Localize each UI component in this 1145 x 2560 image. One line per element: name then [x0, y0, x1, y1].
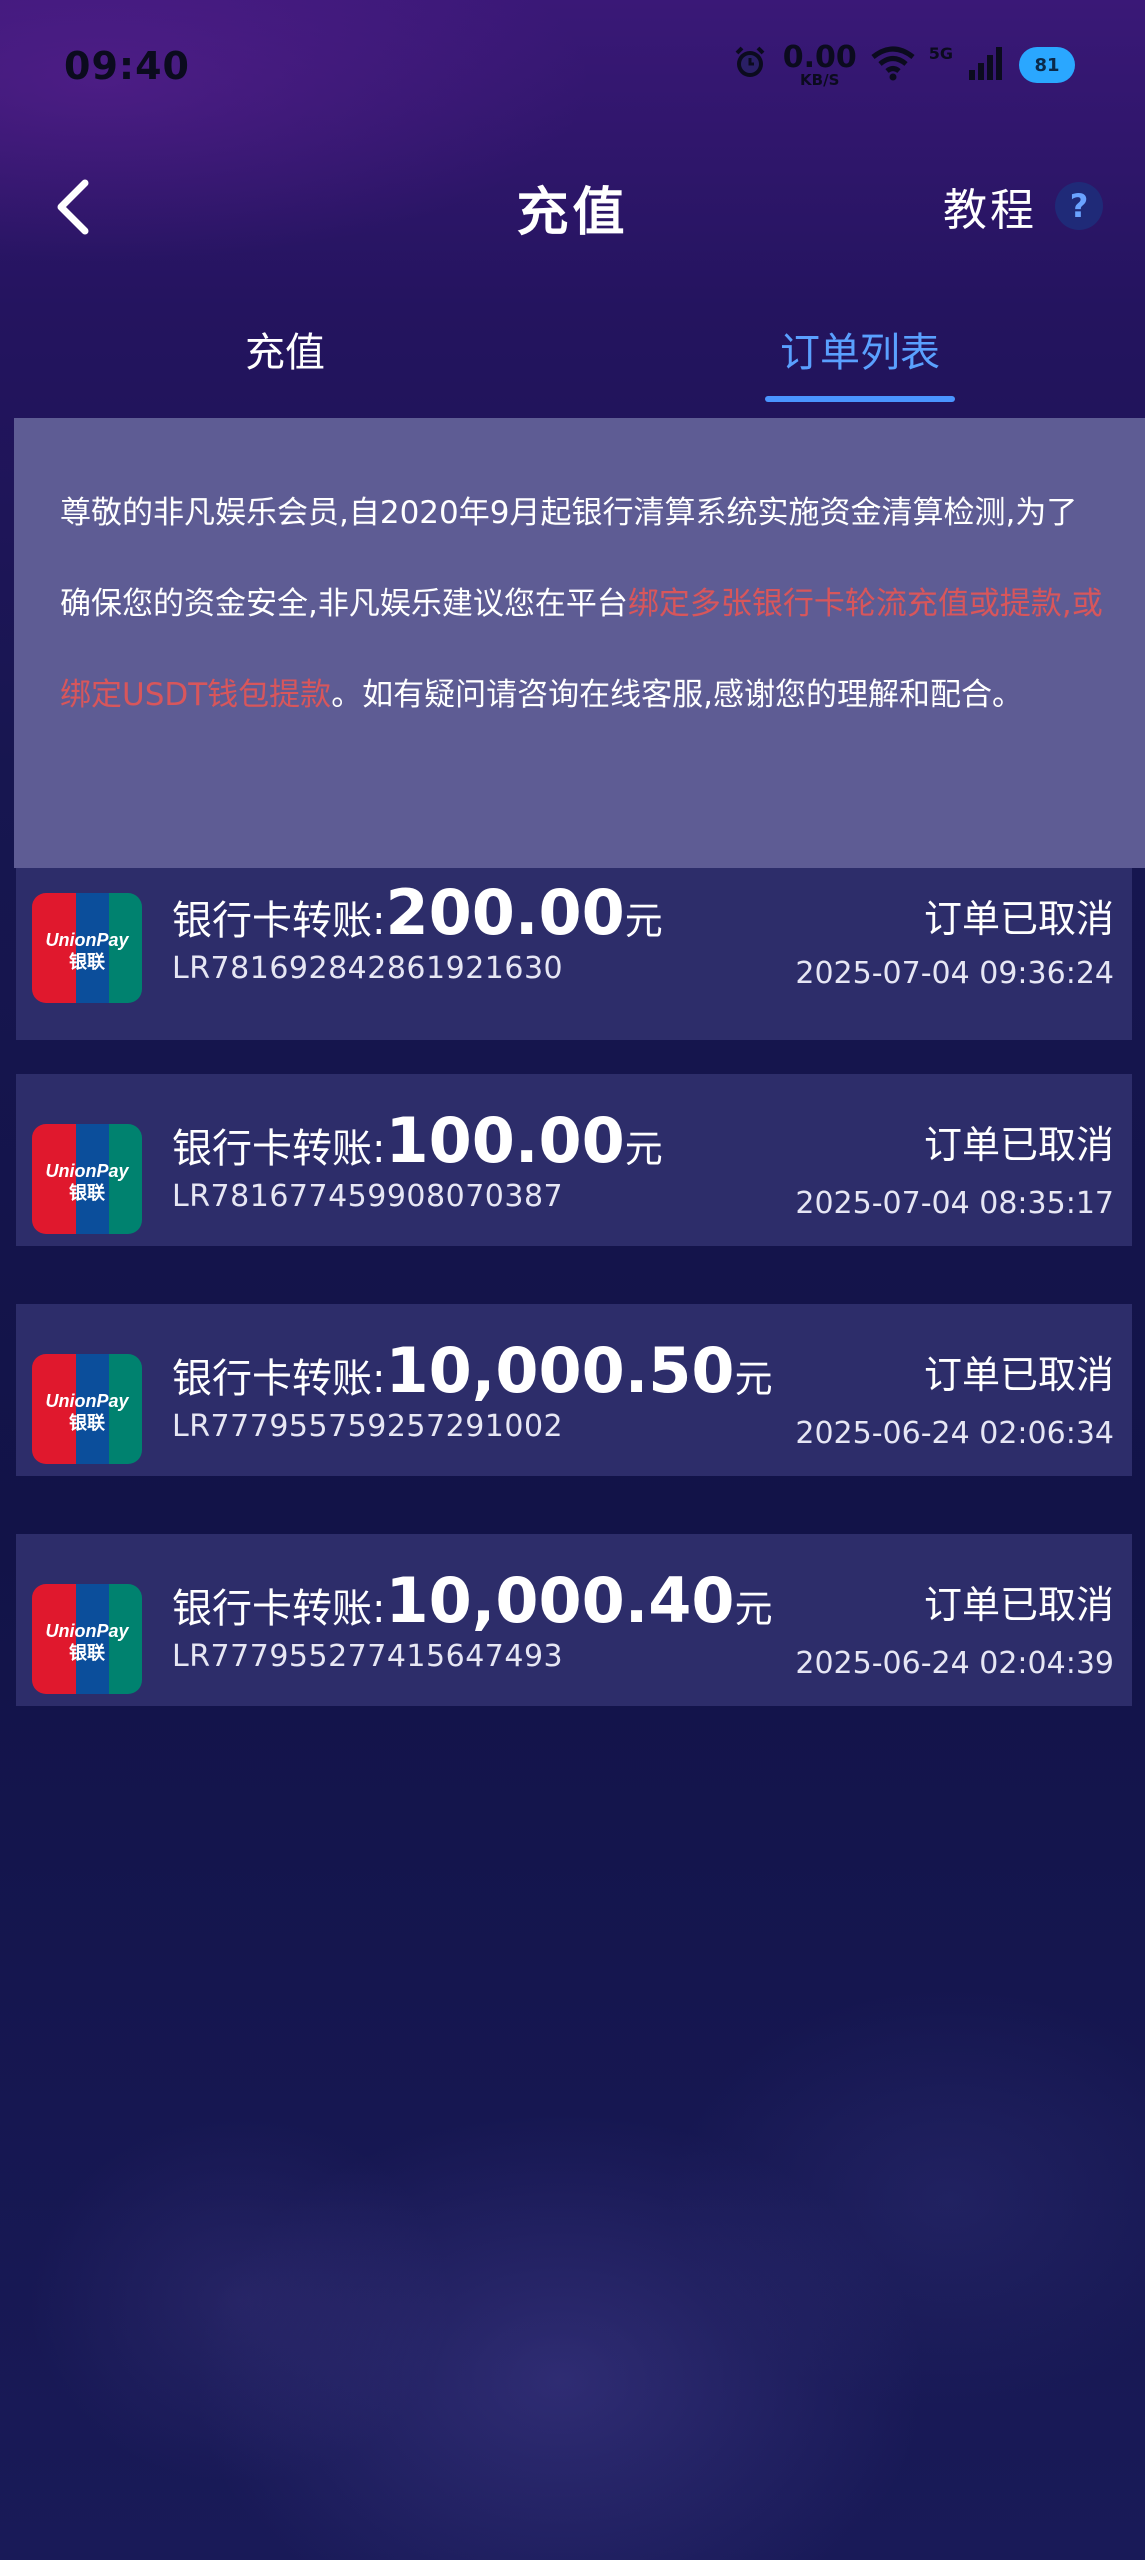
- tab-recharge[interactable]: 充值: [200, 320, 370, 410]
- order-unit: 元: [624, 1127, 663, 1171]
- order-amount: 10,000.40: [385, 1564, 735, 1637]
- order-amount: 100.00: [385, 1104, 625, 1177]
- order-type: 银行卡转账:: [172, 1126, 386, 1172]
- status-bar: 09:40 0.00 KB/S 5G 81: [0, 0, 1145, 130]
- order-id: LR781677459908070387: [172, 1179, 564, 1214]
- order-item[interactable]: UnionPay 银联 银行卡转账:10,000.50元 LR7779557592…: [16, 1304, 1132, 1476]
- order-time: 2025-06-24 02:04:39: [795, 1646, 1114, 1681]
- tab-label: 订单列表: [780, 330, 940, 376]
- order-info: 银行卡转账:100.00元 LR781677459908070387: [172, 1104, 663, 1214]
- wifi-icon: [871, 45, 915, 85]
- notice-banner: 尊敬的非凡娱乐会员,自2020年9月起银行清算系统实施资金清算检测,为了确保您的…: [14, 418, 1145, 868]
- order-unit: 元: [624, 899, 663, 943]
- order-item[interactable]: UnionPay 银联 银行卡转账:200.00元 LR7816928428619…: [16, 868, 1132, 1040]
- unionpay-logo: UnionPay 银联: [32, 1124, 142, 1234]
- network-type: 5G: [928, 44, 953, 63]
- alarm-icon: [731, 44, 769, 86]
- order-info: 银行卡转账:10,000.50元 LR777955759257291002: [172, 1334, 773, 1444]
- order-item[interactable]: UnionPay 银联 银行卡转账:10,000.40元 LR7779552774…: [16, 1534, 1132, 1706]
- order-id: LR777955277415647493: [172, 1639, 564, 1674]
- status-icons: 0.00 KB/S 5G 81: [731, 40, 1075, 90]
- order-status: 订单已取消: [923, 1583, 1114, 1627]
- unionpay-logo: UnionPay 银联: [32, 893, 142, 1003]
- order-item[interactable]: UnionPay 银联 银行卡转账:100.00元 LR7816774599080…: [16, 1074, 1132, 1246]
- order-type: 银行卡转账:: [172, 1586, 386, 1632]
- signal-icon: [967, 46, 1005, 84]
- order-unit: 元: [734, 1587, 773, 1631]
- battery-icon: 81: [1019, 47, 1075, 83]
- order-id: LR781692842861921630: [172, 951, 564, 986]
- order-time: 2025-07-04 09:36:24: [795, 956, 1114, 991]
- unionpay-logo: UnionPay 银联: [32, 1584, 142, 1694]
- order-info: 银行卡转账:10,000.40元 LR777955277415647493: [172, 1564, 773, 1674]
- help-icon: ?: [1055, 182, 1103, 230]
- network-speed: 0.00 KB/S: [782, 39, 857, 89]
- order-unit: 元: [734, 1357, 773, 1401]
- notice-text-end: 。如有疑问请咨询在线客服,感谢您的理解和配合。: [331, 677, 1024, 713]
- order-status: 订单已取消: [923, 897, 1114, 941]
- order-id: LR777955759257291002: [172, 1409, 564, 1444]
- tutorial-label: 教程: [943, 185, 1037, 236]
- status-time: 09:40: [64, 44, 190, 88]
- order-time: 2025-07-04 08:35:17: [795, 1186, 1114, 1221]
- unionpay-logo: UnionPay 银联: [32, 1354, 142, 1464]
- nav-bar: 充值 教程 ?: [0, 150, 1145, 260]
- tab-active-indicator: [765, 396, 955, 402]
- tab-bar: 充值 订单列表: [0, 320, 1145, 410]
- order-status: 订单已取消: [923, 1353, 1114, 1397]
- order-info: 银行卡转账:200.00元 LR781692842861921630: [172, 876, 663, 986]
- order-type: 银行卡转账:: [172, 898, 386, 944]
- tutorial-button[interactable]: 教程 ?: [943, 174, 1103, 238]
- tab-label: 充值: [245, 330, 325, 376]
- order-amount: 200.00: [385, 876, 625, 949]
- order-time: 2025-06-24 02:06:34: [795, 1416, 1114, 1451]
- tab-order-list[interactable]: 订单列表: [760, 320, 960, 410]
- order-amount: 10,000.50: [385, 1334, 735, 1407]
- order-status: 订单已取消: [923, 1123, 1114, 1167]
- order-type: 银行卡转账:: [172, 1356, 386, 1402]
